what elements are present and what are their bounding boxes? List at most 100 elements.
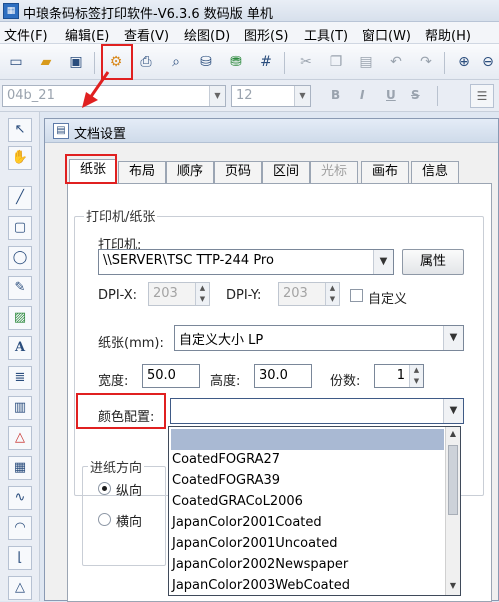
shape-tool-icon[interactable]: △ [8, 426, 32, 450]
polyline-tool-icon[interactable]: ⌊ [8, 546, 32, 570]
dropdown-scrollbar[interactable]: ▲ ▼ [445, 427, 460, 595]
curve-tool-icon[interactable]: ∿ [8, 486, 32, 510]
rich-text-tool-icon[interactable]: ≣ [8, 366, 32, 390]
font-size-select[interactable]: 12 ▼ [231, 85, 311, 107]
tab-canvas[interactable]: 画布 [361, 161, 409, 183]
menu-draw[interactable]: 绘图(D) [184, 25, 230, 44]
color-profile-dropdown-list: CoatedFOGRA27 CoatedFOGRA39 CoatedGRACoL… [168, 426, 461, 596]
dpi-x-value: 203 [153, 286, 178, 301]
scroll-down-icon[interactable]: ▼ [448, 581, 458, 591]
feed-vertical-radio[interactable] [98, 482, 111, 495]
dpi-y-input[interactable]: 203 ▲ ▼ [278, 282, 340, 306]
toolbar-separator [284, 52, 285, 74]
font-name-value: 04b_21 [7, 88, 55, 103]
paper-size-value: 自定义大小 LP [179, 333, 264, 348]
menu-tools[interactable]: 工具(T) [304, 25, 348, 44]
triangle-tool-icon[interactable]: △ [8, 576, 32, 600]
left-toolbox: ↖ ✋ ╱ ▢ ◯ ✎ ▨ A ≣ ▥ △ ▦ ∿ ◠ ⌊ △ [0, 112, 40, 601]
spinner-arrows-icon[interactable]: ▲ ▼ [409, 365, 423, 387]
custom-label: 自定义 [368, 292, 408, 307]
color-profile-select[interactable]: ▼ [170, 398, 464, 424]
italic-button[interactable]: I [360, 88, 364, 102]
menu-help[interactable]: 帮助(H) [425, 25, 471, 44]
menu-window[interactable]: 窗口(W) [362, 25, 411, 44]
color-profile-option[interactable]: CoatedFOGRA39 [171, 471, 444, 492]
tab-layout[interactable]: 布局 [118, 161, 166, 183]
tab-info[interactable]: 信息 [411, 161, 459, 183]
feed-horizontal-radio[interactable] [98, 513, 111, 526]
undo-icon[interactable]: ↶ [386, 52, 406, 72]
custom-checkbox[interactable] [350, 289, 363, 302]
ellipse-tool-icon[interactable]: ◯ [8, 246, 32, 270]
open-folder-icon[interactable]: ▰ [36, 52, 56, 72]
color-profile-option[interactable]: JapanColor2002Newspaper [171, 555, 444, 576]
tab-range[interactable]: 区间 [262, 161, 310, 183]
database-icon[interactable]: ⛁ [196, 52, 216, 72]
dpi-x-input[interactable]: 203 ▲ ▼ [148, 282, 210, 306]
save-icon[interactable]: ▣ [66, 52, 86, 72]
copies-input[interactable]: 1 ▲ ▼ [374, 364, 424, 388]
width-label: 宽度: [98, 374, 129, 389]
new-document-icon[interactable]: ▭ [6, 52, 26, 72]
tab-page-number[interactable]: 页码 [214, 161, 262, 183]
barcode-tool-icon[interactable]: ▥ [8, 396, 32, 420]
bold-button[interactable]: B [331, 88, 340, 102]
spinner-arrows-icon[interactable]: ▲ ▼ [325, 283, 339, 305]
font-size-value: 12 [236, 88, 253, 103]
cut-icon[interactable]: ✂ [296, 52, 316, 72]
copy-icon[interactable]: ❐ [326, 52, 346, 72]
menu-bar: 文件(F) 编辑(E) 查看(V) 绘图(D) 图形(S) 工具(T) 窗口(W… [0, 22, 499, 44]
tab-order[interactable]: 顺序 [166, 161, 214, 183]
scroll-up-icon[interactable]: ▲ [448, 429, 458, 439]
print-preview-icon[interactable]: ⌕ [166, 52, 186, 72]
image-edit-tool-icon[interactable]: ✎ [8, 276, 32, 300]
color-profile-option[interactable]: JapanColor2001Coated [171, 513, 444, 534]
printer-properties-button[interactable]: 属性 [402, 249, 464, 275]
color-profile-option[interactable] [171, 429, 444, 450]
underline-button[interactable]: U [386, 88, 396, 102]
menu-file[interactable]: 文件(F) [4, 25, 48, 44]
scrollbar-thumb[interactable] [448, 445, 458, 515]
menu-shape[interactable]: 图形(S) [244, 25, 288, 44]
printer-select[interactable]: \\SERVER\TSC TTP-244 Pro ▼ [98, 249, 394, 275]
dialog-title: 文档设置 [74, 127, 127, 142]
redo-icon[interactable]: ↷ [416, 52, 436, 72]
annotation-arrow-icon [82, 71, 110, 108]
tab-cursor[interactable]: 光标 [310, 161, 358, 183]
strikethrough-button[interactable]: S [411, 88, 420, 102]
grid-icon[interactable]: # [256, 52, 276, 72]
qrcode-tool-icon[interactable]: ▦ [8, 456, 32, 480]
color-profile-option[interactable]: JapanColor2003WebCoated [171, 576, 444, 597]
app-logo-icon: ▦ [3, 3, 19, 19]
pan-hand-icon[interactable]: ✋ [8, 146, 32, 170]
rectangle-tool-icon[interactable]: ▢ [8, 216, 32, 240]
feed-vertical-label: 纵向 [116, 484, 143, 499]
dpi-y-value: 203 [283, 286, 308, 301]
paste-icon[interactable]: ▤ [356, 52, 376, 72]
width-input[interactable]: 50.0 [142, 364, 200, 388]
print-icon[interactable]: ⎙ [136, 52, 156, 72]
feed-direction-label: 进纸方向 [88, 457, 145, 476]
menu-edit[interactable]: 编辑(E) [65, 25, 109, 44]
database-settings-icon[interactable]: ⛃ [226, 52, 246, 72]
paper-size-select[interactable]: 自定义大小 LP ▼ [174, 325, 464, 351]
spinner-arrows-icon[interactable]: ▲ ▼ [195, 283, 209, 305]
color-profile-option[interactable]: JapanColor2001Uncoated [171, 534, 444, 555]
zoom-out-icon[interactable]: ⊖ [478, 52, 498, 72]
dpi-y-label: DPI-Y: [226, 288, 262, 303]
height-value: 30.0 [259, 368, 288, 383]
menu-view[interactable]: 查看(V) [124, 25, 169, 44]
chevron-down-icon: ▼ [294, 86, 310, 106]
printer-value: \\SERVER\TSC TTP-244 Pro [103, 253, 274, 268]
color-profile-option[interactable]: CoatedGRACoL2006 [171, 492, 444, 513]
text-tool-icon[interactable]: A [8, 336, 32, 360]
zoom-in-icon[interactable]: ⊕ [454, 52, 474, 72]
title-bar: ▦ 中琅条码标签打印软件-V6.3.6 数码版 单机 [0, 0, 499, 22]
color-profile-option[interactable]: CoatedFOGRA27 [171, 450, 444, 471]
image-tool-icon[interactable]: ▨ [8, 306, 32, 330]
height-input[interactable]: 30.0 [254, 364, 312, 388]
align-text-icon[interactable]: ☰ [470, 84, 494, 108]
arc-tool-icon[interactable]: ◠ [8, 516, 32, 540]
line-tool-icon[interactable]: ╱ [8, 186, 32, 210]
select-pointer-icon[interactable]: ↖ [8, 118, 32, 142]
